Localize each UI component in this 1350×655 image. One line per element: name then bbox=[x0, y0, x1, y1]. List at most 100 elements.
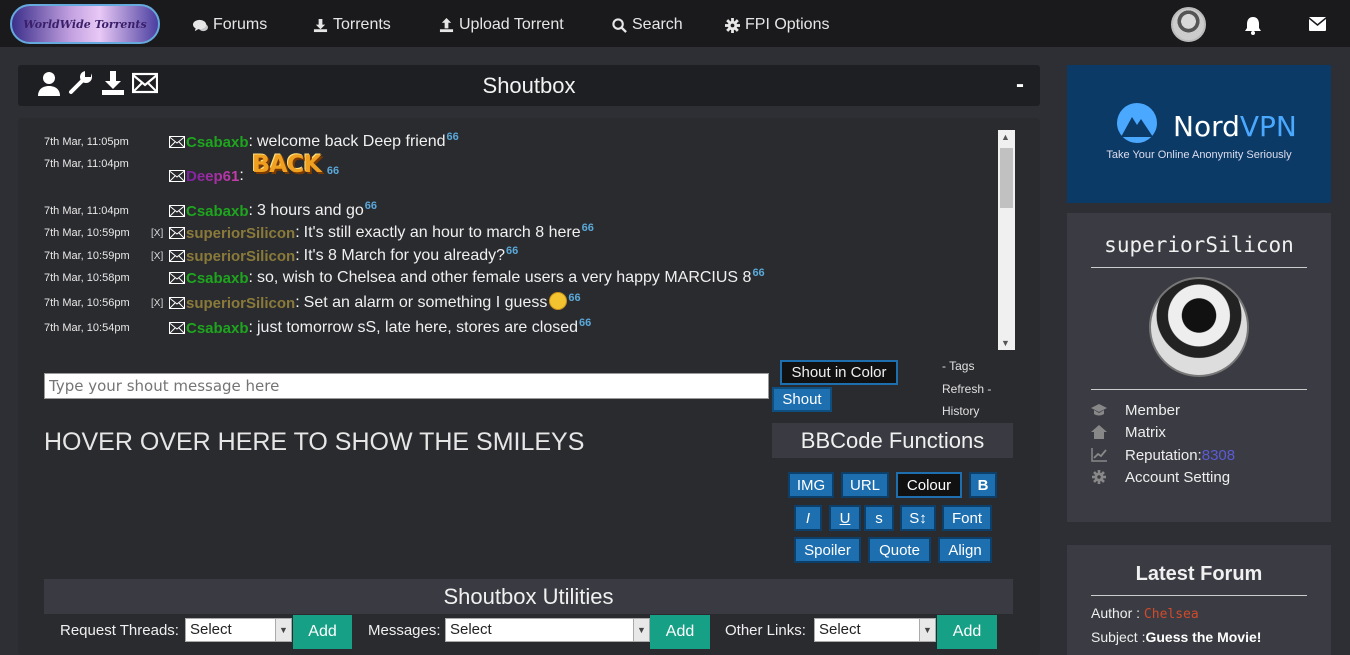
grin-smiley-icon bbox=[549, 292, 568, 310]
bbcode-url-button[interactable]: URL bbox=[841, 472, 889, 498]
delete-link[interactable]: [X] bbox=[151, 251, 169, 262]
messages-select[interactable]: Select ▼ bbox=[445, 618, 650, 642]
mail-icon[interactable] bbox=[1309, 17, 1326, 31]
reputation-value[interactable]: 8308 bbox=[1202, 447, 1235, 464]
shout-username[interactable]: superiorSilicon bbox=[186, 248, 295, 265]
author-name[interactable]: Chelsea bbox=[1144, 607, 1199, 622]
bbcode-size-button[interactable]: S↕ bbox=[900, 505, 936, 531]
bbcode-bold-button[interactable]: B bbox=[969, 472, 997, 498]
divider bbox=[1091, 389, 1307, 390]
shout-username[interactable]: superiorSilicon bbox=[186, 225, 295, 242]
pm-icon[interactable] bbox=[169, 205, 185, 217]
shout-in-color-button[interactable]: Shout in Color bbox=[780, 360, 898, 385]
scrollbar-thumb[interactable] bbox=[1000, 148, 1013, 208]
shoutbox-links: - Tags Refresh - History bbox=[942, 355, 991, 423]
shout-message: 7th Mar, 10:59pm [X] superiorSilicon: It'… bbox=[44, 245, 519, 265]
nav-upload-torrent[interactable]: Upload Torrent bbox=[439, 15, 564, 35]
shout-button[interactable]: Shout bbox=[772, 387, 832, 412]
shout-text: just tomorrow sS, late here, stores are … bbox=[256, 319, 579, 336]
chevron-down-icon: ▼ bbox=[275, 619, 291, 641]
scroll-up-arrow-icon[interactable]: ▲ bbox=[1001, 132, 1010, 142]
shout-message: 7th Mar, 10:56pm [X] superiorSilicon: Set… bbox=[44, 292, 581, 312]
latest-forum-title: Latest Forum bbox=[1091, 563, 1307, 596]
bbcode-strike-button[interactable]: s bbox=[864, 505, 894, 531]
bbcode-quote-button[interactable]: Quote bbox=[868, 537, 931, 563]
pm-icon[interactable] bbox=[169, 227, 185, 239]
bbcode-spoiler-button[interactable]: Spoiler bbox=[794, 537, 861, 563]
profile-account-setting[interactable]: Account Setting bbox=[1091, 467, 1230, 487]
refresh-link[interactable]: Refresh - bbox=[942, 378, 991, 401]
shout-username[interactable]: Csabaxb bbox=[186, 320, 249, 337]
history-link[interactable]: History bbox=[942, 400, 991, 423]
bbcode-colour-button[interactable]: Colour bbox=[896, 472, 962, 498]
request-threads-label: Request Threads: bbox=[60, 622, 179, 639]
collapse-button[interactable]: - bbox=[1016, 71, 1024, 99]
quote-icon[interactable]: 66 bbox=[579, 317, 591, 329]
chevron-down-icon: ▼ bbox=[633, 619, 649, 641]
request-threads-select[interactable]: Select ▼ bbox=[185, 618, 292, 642]
smileys-hover-area[interactable]: HOVER OVER HERE TO SHOW THE SMILEYS bbox=[44, 428, 584, 457]
bbcode-italic-button[interactable]: I bbox=[794, 505, 822, 531]
bell-icon[interactable] bbox=[1243, 15, 1263, 35]
pm-icon[interactable] bbox=[169, 170, 185, 182]
pm-icon[interactable] bbox=[169, 322, 185, 334]
scroll-down-arrow-icon[interactable]: ▼ bbox=[1001, 338, 1010, 348]
nav-torrents[interactable]: Torrents bbox=[313, 15, 391, 35]
nav-fpi-options[interactable]: FPI Options bbox=[725, 15, 829, 35]
quote-icon[interactable]: 66 bbox=[582, 222, 594, 234]
other-links-label: Other Links: bbox=[725, 622, 806, 639]
messages-add-button[interactable]: Add bbox=[650, 615, 710, 649]
shout-username[interactable]: Csabaxb bbox=[186, 203, 249, 220]
comments-icon bbox=[193, 19, 208, 31]
nav-forums[interactable]: Forums bbox=[193, 15, 267, 35]
delete-link[interactable]: [X] bbox=[151, 298, 169, 309]
site-logo[interactable]: WorldWide Torrents bbox=[10, 4, 160, 44]
member-label: Member bbox=[1125, 401, 1181, 419]
other-links-select[interactable]: Select ▼ bbox=[814, 618, 936, 642]
bbcode-title: BBCode Functions bbox=[772, 423, 1013, 458]
shout-username[interactable]: Csabaxb bbox=[186, 270, 249, 287]
bbcode-align-button[interactable]: Align bbox=[938, 537, 992, 563]
tags-link[interactable]: - Tags bbox=[942, 355, 991, 378]
shout-username[interactable]: Csabaxb bbox=[186, 134, 249, 151]
ad-brand: NordVPN bbox=[1173, 110, 1297, 143]
subject-link[interactable]: Guess the Movie! bbox=[1145, 629, 1261, 645]
quote-icon[interactable]: 66 bbox=[447, 131, 459, 143]
quote-icon[interactable]: 66 bbox=[506, 245, 518, 257]
quote-icon[interactable]: 66 bbox=[365, 200, 377, 212]
delete-link[interactable]: [X] bbox=[151, 228, 169, 239]
shout-username[interactable]: superiorSilicon bbox=[186, 295, 295, 312]
bbcode-font-button[interactable]: Font bbox=[942, 505, 992, 531]
pm-icon[interactable] bbox=[169, 250, 185, 262]
bbcode-underline-button[interactable]: U bbox=[829, 505, 861, 531]
logo-text: WorldWide Torrents bbox=[23, 17, 147, 31]
back-sticker-image: BACK bbox=[251, 150, 322, 178]
shout-message-input[interactable] bbox=[44, 373, 769, 399]
pm-icon[interactable] bbox=[169, 136, 185, 148]
profile-avatar[interactable] bbox=[1149, 277, 1249, 377]
shout-time: 7th Mar, 10:56pm bbox=[44, 297, 130, 309]
quote-icon[interactable]: 66 bbox=[327, 165, 339, 177]
quote-icon[interactable]: 66 bbox=[752, 267, 764, 279]
pm-icon[interactable] bbox=[169, 272, 185, 284]
nav-search[interactable]: Search bbox=[612, 15, 683, 35]
latest-forum-author: Author : Chelsea bbox=[1091, 605, 1199, 622]
bbcode-img-button[interactable]: IMG bbox=[788, 472, 834, 498]
chat-scrollbar[interactable]: ▲ ▼ bbox=[998, 130, 1015, 350]
quote-icon[interactable]: 66 bbox=[568, 292, 580, 304]
pm-icon[interactable] bbox=[169, 297, 185, 309]
gear-icon bbox=[1092, 470, 1106, 484]
shout-time: 7th Mar, 11:05pm bbox=[44, 136, 129, 148]
nordvpn-ad[interactable]: NordVPN Take Your Online Anonymity Serio… bbox=[1067, 65, 1331, 203]
other-links-add-button[interactable]: Add bbox=[937, 615, 997, 649]
line-chart-icon bbox=[1091, 448, 1107, 462]
request-threads-add-button[interactable]: Add bbox=[293, 615, 352, 649]
shout-messages: 7th Mar, 11:05pm Csabaxb: welcome back D… bbox=[44, 130, 998, 350]
profile-rank: Member bbox=[1091, 400, 1180, 420]
ad-brand-2: VPN bbox=[1239, 110, 1297, 143]
user-avatar[interactable] bbox=[1171, 7, 1206, 42]
shout-text: welcome back Deep friend bbox=[256, 133, 446, 150]
shout-username[interactable]: Deep61 bbox=[186, 168, 239, 185]
profile-username[interactable]: superiorSilicon bbox=[1091, 233, 1307, 268]
shout-message: 7th Mar, 11:05pm Csabaxb: welcome back D… bbox=[44, 131, 459, 151]
